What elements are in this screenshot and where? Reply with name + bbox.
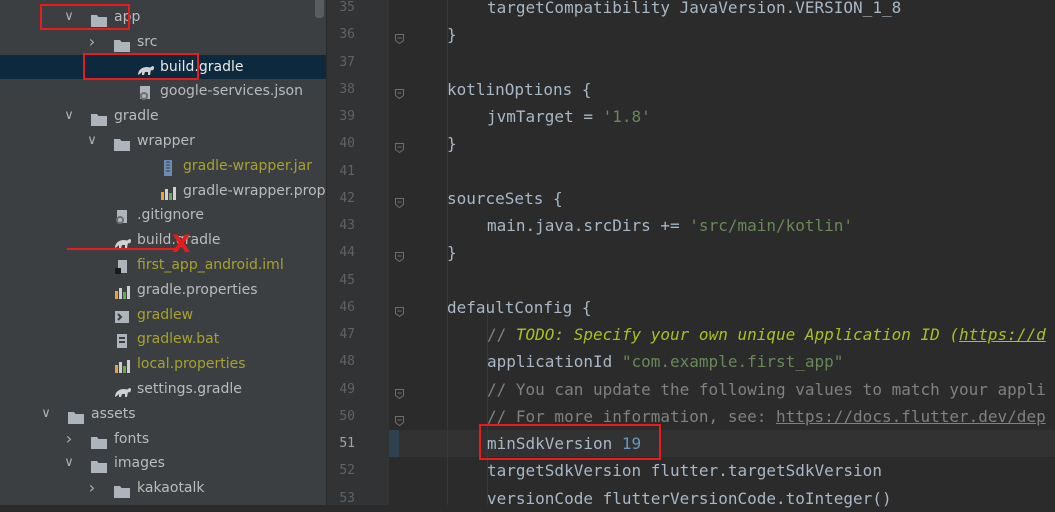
line-number: 39	[339, 109, 355, 124]
line-number: 38	[339, 81, 355, 97]
code-line[interactable]: 50 // For more information, see: https://…	[0, 403, 1055, 430]
code-token: jvmTarget =	[487, 107, 603, 126]
code-token: applicationId	[487, 352, 622, 372]
code-line[interactable]: 45	[0, 267, 1055, 294]
code-token: // For more information, see:	[487, 406, 776, 426]
code-text: applicationId "com.example.first_app"	[487, 348, 843, 375]
code-line[interactable]: 37	[0, 49, 1055, 76]
code-text: kotlinOptions {	[447, 76, 592, 103]
code-token: https://d	[959, 325, 1046, 344]
code-line[interactable]: 46 defaultConfig {	[0, 294, 1055, 321]
fold-marker-icon[interactable]	[395, 29, 404, 45]
code-text: defaultConfig {	[447, 294, 592, 321]
code-token: "com.example.first_app"	[621, 352, 844, 372]
line-number: 50	[339, 408, 355, 424]
fold-marker-icon[interactable]	[395, 138, 404, 154]
code-line[interactable]: 39 jvmTarget = '1.8'	[0, 103, 1055, 130]
code-text: targetCompatibility JavaVersion.VERSION_…	[487, 0, 901, 21]
code-token: }	[447, 25, 457, 45]
code-token: minSdkVersion	[487, 434, 622, 453]
code-token: main.java.srcDirs +=	[487, 216, 690, 235]
fold-marker-icon[interactable]	[395, 84, 404, 99]
code-token: // You can update the following values t…	[487, 379, 1046, 399]
fold-marker-icon[interactable]	[395, 193, 404, 208]
code-token: //	[487, 325, 516, 344]
code-line[interactable]: 38 kotlinOptions {	[0, 76, 1055, 103]
line-number: 47	[339, 327, 355, 342]
code-text: // For more information, see: https://do…	[487, 403, 1046, 430]
code-line[interactable]: 40}	[0, 130, 1055, 157]
line-number: 49	[339, 381, 355, 397]
line-number: 53	[339, 490, 355, 506]
code-token: kotlinOptions {	[447, 79, 592, 99]
code-text: versionCode flutterVersionCode.toInteger…	[487, 485, 892, 512]
line-number: 44	[339, 245, 355, 261]
code-line[interactable]: 41	[0, 158, 1055, 185]
line-number: 42	[339, 190, 355, 206]
code-text: targetSdkVersion flutter.targetSdkVersio…	[487, 457, 882, 484]
code-text: minSdkVersion 19	[487, 430, 641, 457]
code-text: }	[447, 239, 457, 266]
code-token: targetCompatibility JavaVersion.VERSION_…	[487, 0, 902, 17]
line-number: 46	[339, 299, 355, 315]
line-number: 41	[339, 163, 355, 179]
code-token: }	[447, 243, 457, 263]
code-text: jvmTarget = '1.8'	[487, 103, 651, 130]
code-token: https://docs.flutter.dev/dep	[775, 406, 1046, 426]
line-number: 36	[339, 27, 355, 43]
code-token: }	[447, 134, 457, 154]
fold-marker-icon[interactable]	[395, 411, 404, 426]
code-line[interactable]: 51 minSdkVersion 19	[0, 430, 1055, 457]
code-line[interactable]: 42 sourceSets {	[0, 185, 1055, 212]
code-text: // TODO: Specify your own unique Applica…	[487, 321, 1046, 348]
line-number: 45	[339, 272, 355, 288]
code-text: }	[447, 21, 457, 48]
line-number: 51	[339, 436, 355, 451]
line-number: 40	[339, 136, 355, 152]
line-number: 35	[339, 0, 355, 15]
code-line[interactable]: 48 applicationId "com.example.first_app"	[0, 348, 1055, 375]
line-number: 37	[339, 54, 355, 70]
code-text: main.java.srcDirs += 'src/main/kotlin'	[487, 212, 853, 239]
line-number: 48	[339, 354, 355, 370]
code-token: 19	[621, 434, 642, 453]
code-line[interactable]: 49 // You can update the following values…	[0, 376, 1055, 403]
fold-marker-icon[interactable]	[395, 247, 404, 263]
line-number: 43	[339, 218, 355, 233]
code-text: }	[447, 130, 457, 157]
fold-marker-icon[interactable]	[395, 384, 404, 399]
fold-marker-icon[interactable]	[395, 302, 404, 317]
code-line[interactable]: 35 targetCompatibility JavaVersion.VERSIO…	[0, 0, 1055, 21]
code-line[interactable]: 52 targetSdkVersion flutter.targetSdkVers…	[0, 457, 1055, 484]
code-token: defaultConfig {	[447, 297, 592, 317]
code-token: '1.8'	[602, 107, 651, 126]
code-line[interactable]: 47 // TODO: Specify your own unique Appli…	[0, 321, 1055, 348]
code-token: sourceSets {	[447, 188, 563, 208]
code-line[interactable]: 36}	[0, 21, 1055, 48]
code-token: 'src/main/kotlin'	[689, 216, 854, 235]
code-line[interactable]: 43 main.java.srcDirs += 'src/main/kotlin'	[0, 212, 1055, 239]
line-number: 52	[339, 463, 355, 479]
code-token: targetSdkVersion flutter.targetSdkVersio…	[487, 461, 882, 481]
code-text: sourceSets {	[447, 185, 563, 212]
code-text: // You can update the following values t…	[487, 376, 1046, 403]
code-line[interactable]: 53 versionCode flutterVersionCode.toInteg…	[0, 485, 1055, 512]
code-token: TODO: Specify your own unique Applicatio…	[515, 325, 960, 344]
code-line[interactable]: 44}	[0, 239, 1055, 266]
